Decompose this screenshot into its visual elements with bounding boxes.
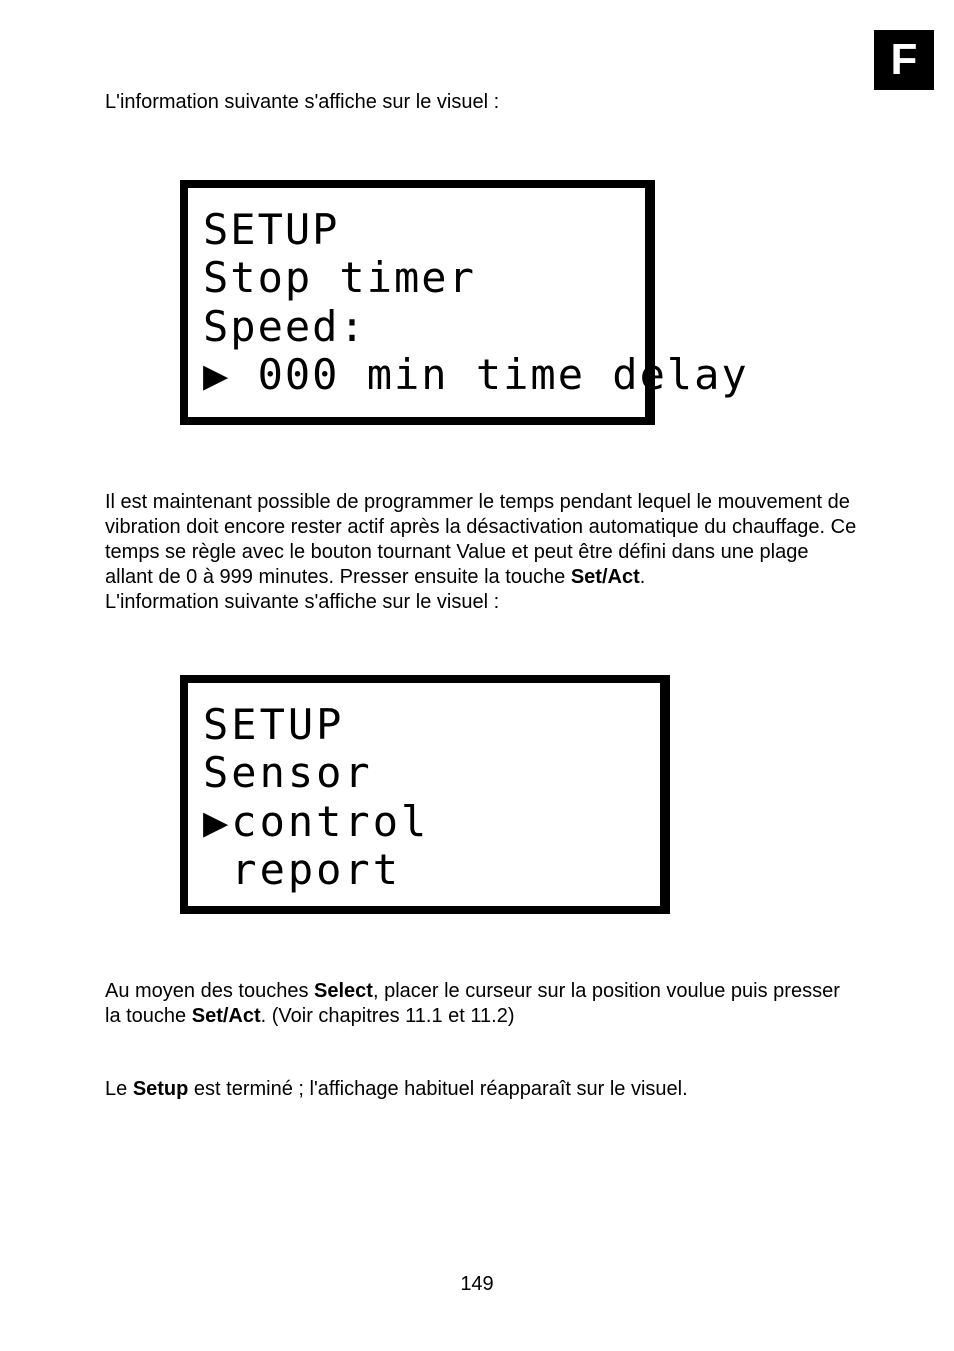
para4-text2: est terminé ; l'affichage habituel réapp… [188,1078,687,1100]
lcd2-line1: SETUP [203,701,635,749]
lcd-screen-1: SETUP Stop timer Speed: ▶ 000 min time d… [180,180,655,425]
lcd2-line4: report [203,846,635,894]
paragraph-2: Il est maintenant possible de programmer… [105,490,859,615]
section-tab: F [874,30,934,90]
para3-bold1: Select [314,980,373,1002]
lcd2-line2: Sensor [203,749,635,797]
para2-bold1: Set/Act [571,566,640,588]
para2-text2: . [640,566,646,588]
lcd2-line3: ▶control [203,798,635,846]
section-letter: F [891,35,918,85]
lcd1-line2: Stop timer [203,254,620,302]
page-number: 149 [0,1273,954,1296]
lcd1-line4: ▶ 000 min time delay [203,351,620,399]
lcd-screen-2: SETUP Sensor ▶control report [180,675,670,914]
paragraph-3: Au moyen des touches Select, placer le c… [105,979,859,1029]
para2-line2: L'information suivante s'affiche sur le … [105,591,499,613]
lcd1-line3: Speed: [203,303,620,351]
para3-text3: . (Voir chapitres 11.1 et 11.2) [261,1005,515,1027]
lcd1-line1: SETUP [203,206,620,254]
para2-text1: Il est maintenant possible de programmer… [105,491,856,588]
para3-text1: Au moyen des touches [105,980,314,1002]
intro-text-1: L'information suivante s'affiche sur le … [105,90,859,115]
page-content: L'information suivante s'affiche sur le … [0,0,954,1102]
para4-text1: Le [105,1078,133,1100]
para4-bold1: Setup [133,1078,189,1100]
paragraph-4: Le Setup est terminé ; l'affichage habit… [105,1077,859,1102]
para3-bold2: Set/Act [192,1005,261,1027]
